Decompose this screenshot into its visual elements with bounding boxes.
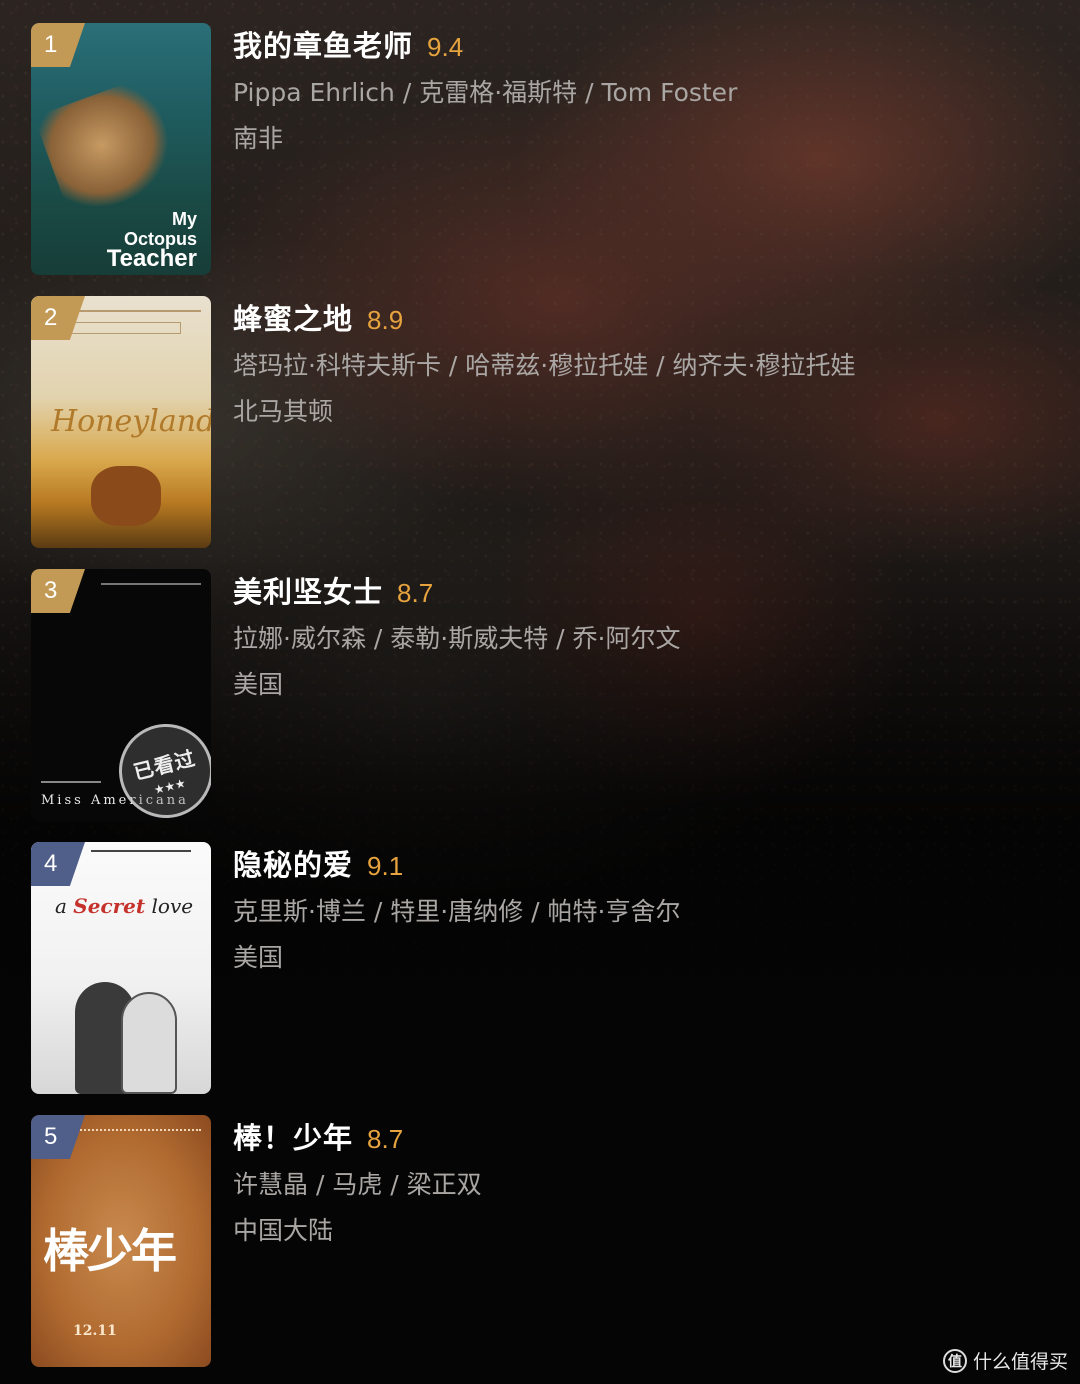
movie-info: 棒！少年 8.7 许慧晶 / 马虎 / 梁正双 中国大陆 [233, 1115, 1023, 1247]
poster-title: a Secret love [55, 894, 193, 918]
movie-poster[interactable]: 棒少年 12.11 5 [31, 1115, 211, 1367]
movie-people: 克里斯·博兰 / 特里·唐纳修 / 帕特·亨舍尔 [233, 897, 681, 926]
list-item[interactable]: Honeyland 2 蜂蜜之地 8.9 塔玛拉·科特夫斯卡 / 哈蒂兹·穆拉托… [31, 296, 1031, 548]
rank-number: 4 [44, 850, 58, 877]
rank-number: 1 [44, 31, 58, 58]
list-item[interactable]: a Secret love 4 隐秘的爱 9.1 克里斯·博兰 / 特里·唐纳修… [31, 842, 1031, 1094]
movie-region: 美国 [233, 943, 284, 972]
movie-poster[interactable]: Honeyland 2 [31, 296, 211, 548]
rank-number: 3 [44, 577, 58, 604]
poster-figure [121, 992, 177, 1094]
movie-rating: 9.1 [367, 851, 404, 881]
movie-region: 中国大陆 [233, 1216, 334, 1245]
movie-info: 隐秘的爱 9.1 克里斯·博兰 / 特里·唐纳修 / 帕特·亨舍尔 美国 [233, 842, 1023, 974]
rank-number: 5 [44, 1123, 58, 1150]
movie-region: 南非 [233, 124, 284, 153]
movie-title[interactable]: 棒！少年 [233, 1115, 353, 1157]
movie-title[interactable]: 我的章鱼老师 [233, 23, 413, 65]
watched-stamp-text: 已看过 [130, 745, 198, 784]
list-item[interactable]: Miss Americana 已看过 ★★★ 3 美利坚女士 8.7 拉娜·威尔… [31, 569, 1031, 821]
movie-info: 蜂蜜之地 8.9 塔玛拉·科特夫斯卡 / 哈蒂兹·穆拉托娃 / 纳齐夫·穆拉托娃… [233, 296, 1023, 428]
movie-rating: 8.9 [367, 305, 404, 335]
movie-rating: 8.7 [367, 1124, 404, 1154]
poster-title-part: Secret [73, 894, 146, 918]
octopus-art [33, 75, 185, 221]
movie-poster[interactable]: My Octopus Teacher 1 [31, 23, 211, 275]
movie-poster[interactable]: Miss Americana 已看过 ★★★ 3 [31, 569, 211, 821]
poster-decoration [91, 850, 191, 852]
list-item[interactable]: My Octopus Teacher 1 我的章鱼老师 9.4 Pippa Eh… [31, 23, 1031, 275]
poster-date: 12.11 [73, 1323, 117, 1339]
poster-figure [91, 466, 161, 526]
movie-region: 美国 [233, 670, 284, 699]
smzdm-logo-icon: 值 [942, 1348, 967, 1373]
poster-decoration [101, 583, 201, 585]
rank-badge [31, 569, 85, 613]
movie-poster[interactable]: a Secret love 4 [31, 842, 211, 1094]
rank-number: 2 [44, 304, 58, 331]
movie-title[interactable]: 隐秘的爱 [233, 842, 353, 884]
list-item[interactable]: 棒少年 12.11 5 棒！少年 8.7 许慧晶 / 马虎 / 梁正双 中国大陆 [31, 1115, 1031, 1367]
site-watermark: 值 什么值得买 [942, 1347, 1068, 1374]
movie-people: 塔玛拉·科特夫斯卡 / 哈蒂兹·穆拉托娃 / 纳齐夫·穆拉托娃 [233, 351, 856, 380]
poster-decoration [61, 322, 181, 334]
rank-badge [31, 842, 85, 886]
movie-rating: 8.7 [397, 578, 434, 608]
watermark-text: 什么值得买 [972, 1351, 1068, 1373]
poster-title-line: My [171, 209, 197, 229]
movie-title[interactable]: 美利坚女士 [233, 569, 383, 611]
poster-title-part: love [151, 894, 194, 918]
movie-people: Pippa Ehrlich / 克雷格·福斯特 / Tom Foster [233, 78, 738, 107]
poster-title-part: a [55, 894, 67, 918]
movie-people: 许慧晶 / 马虎 / 梁正双 [233, 1170, 482, 1199]
poster-title-line: Teacher [106, 245, 197, 272]
movie-people: 拉娜·威尔森 / 泰勒·斯威夫特 / 乔·阿尔文 [233, 624, 681, 653]
poster-title: 棒少年 [43, 1224, 177, 1278]
movie-region: 北马其顿 [233, 397, 334, 426]
poster-decoration [41, 781, 101, 783]
movie-info: 美利坚女士 8.7 拉娜·威尔森 / 泰勒·斯威夫特 / 乔·阿尔文 美国 [233, 569, 1023, 701]
movie-title[interactable]: 蜂蜜之地 [233, 296, 353, 338]
rank-badge [31, 23, 85, 67]
movie-info: 我的章鱼老师 9.4 Pippa Ehrlich / 克雷格·福斯特 / Tom… [233, 23, 1023, 155]
poster-title: Honeyland [51, 404, 211, 439]
movie-rating: 9.4 [427, 32, 464, 62]
poster-decoration [61, 1129, 201, 1169]
